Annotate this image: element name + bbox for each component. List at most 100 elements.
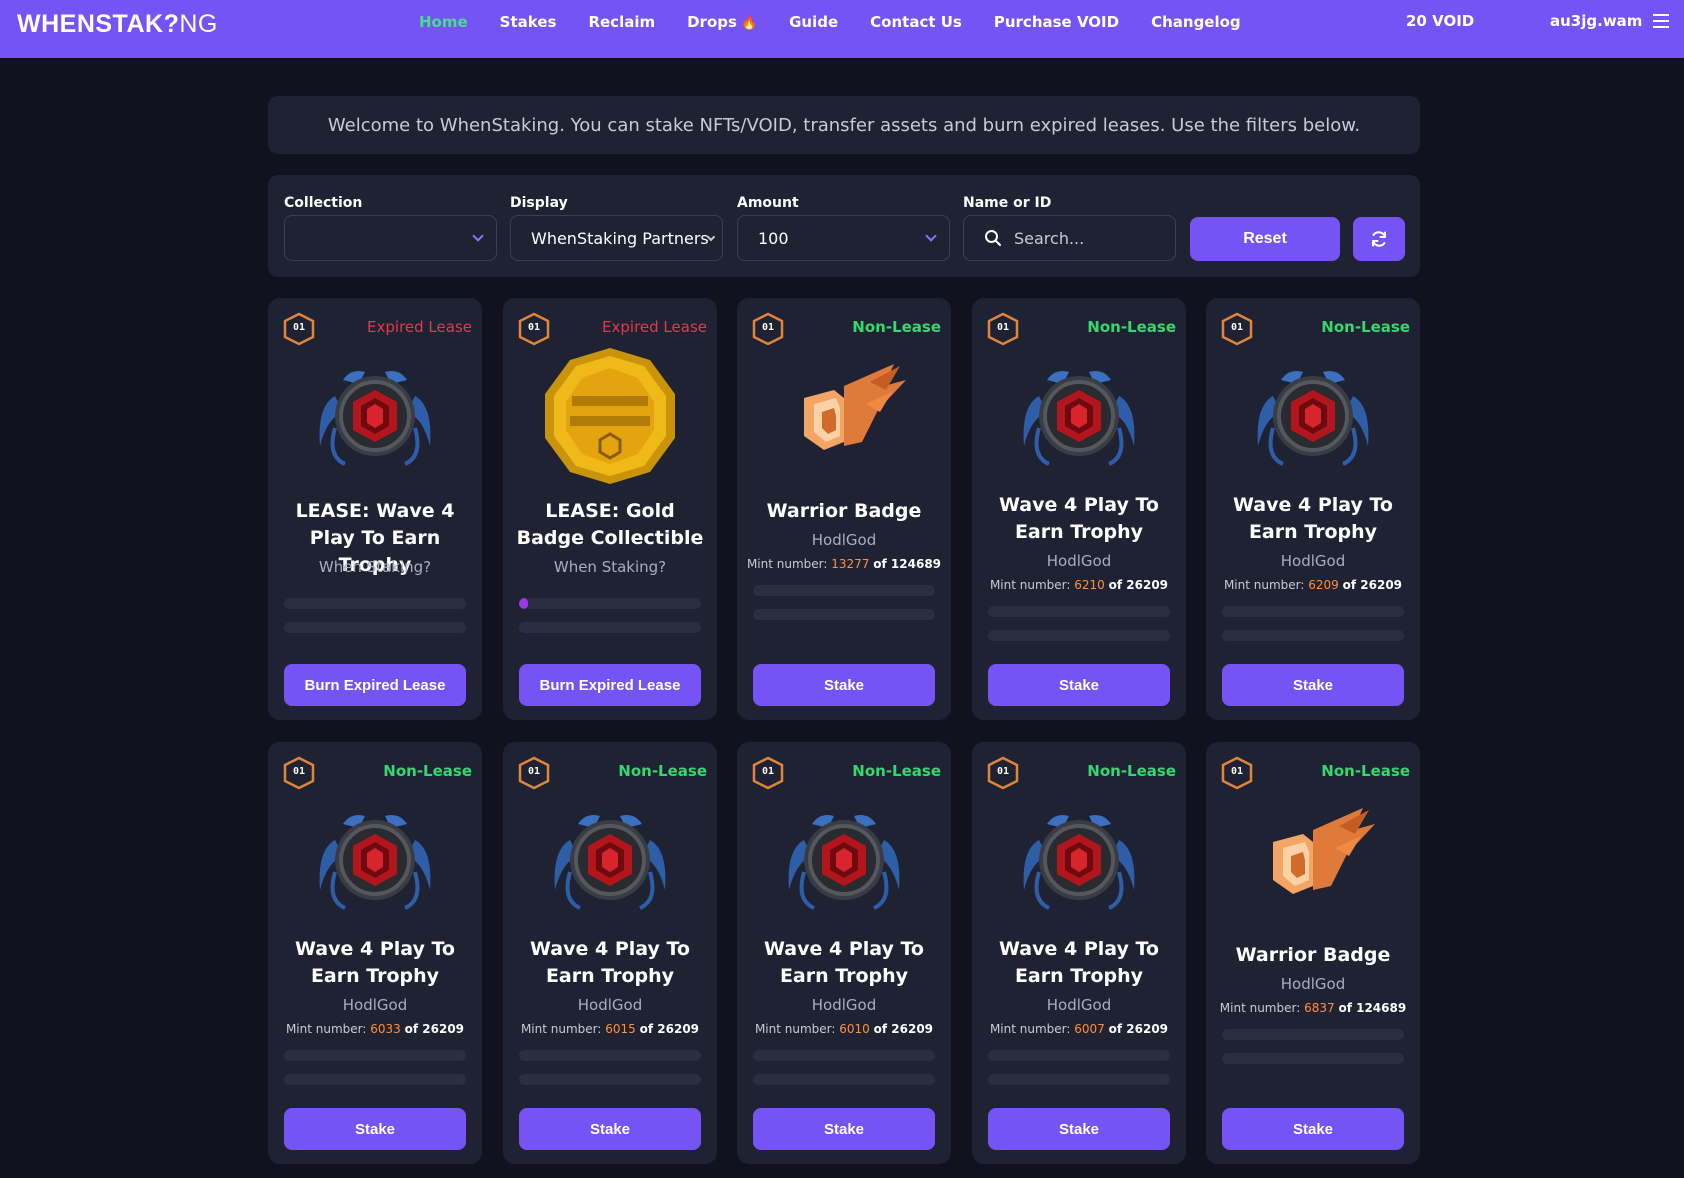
nft-collection: When Staking? xyxy=(553,558,667,576)
mint-number: Mint number: 6010 of 26209 xyxy=(737,1022,951,1036)
stake-button[interactable]: Stake xyxy=(519,1108,701,1150)
stake-button[interactable]: Stake xyxy=(1222,1108,1404,1150)
nft-collection: HodlGod xyxy=(1280,975,1346,993)
tier-label: 01 xyxy=(1230,766,1244,777)
nav-link-guide[interactable]: Guide xyxy=(789,13,838,31)
nft-card: 01 Expired Lease LEASE: Gold Badge Colle… xyxy=(503,298,717,720)
display-value: WhenStaking Partners xyxy=(531,229,709,248)
mint-total: of 124689 xyxy=(873,557,942,571)
mint-total: of 124689 xyxy=(1338,1001,1407,1015)
whenstaking-logo[interactable]: WHENSTAK?NG xyxy=(17,10,218,39)
mint-number-value: 13277 xyxy=(831,557,870,571)
search-icon xyxy=(985,230,1001,246)
tier-label: 01 xyxy=(761,322,775,333)
nft-title: LEASE: Gold Badge Collectible xyxy=(516,500,704,549)
mint-number-value: 6007 xyxy=(1074,1022,1105,1036)
lease-status: Expired Lease xyxy=(602,318,707,336)
mint-total: of 26209 xyxy=(1108,1022,1169,1036)
reset-button[interactable]: Reset xyxy=(1190,217,1340,261)
gold-badge-image xyxy=(540,346,680,486)
nft-collection: HodlGod xyxy=(1046,996,1112,1014)
trophy-image xyxy=(1243,346,1383,486)
nav-link-drops-label: Drops xyxy=(687,13,737,31)
mint-number: Mint number: 6837 of 124689 xyxy=(1206,1001,1420,1015)
mint-number: Mint number: 13277 of 124689 xyxy=(737,557,951,571)
refresh-button[interactable] xyxy=(1353,217,1405,261)
mint-total: of 26209 xyxy=(404,1022,465,1036)
lease-status: Non-Lease xyxy=(852,762,941,780)
tier-label: 01 xyxy=(527,766,541,777)
welcome-banner: Welcome to WhenStaking. You can stake NF… xyxy=(268,96,1420,154)
mint-number: Mint number: 6209 of 26209 xyxy=(1206,578,1420,592)
lease-status: Non-Lease xyxy=(383,762,472,780)
stake-button[interactable]: Stake xyxy=(753,664,935,706)
nft-card: 01 Non-Lease Wave 4 Play To Earn Trophy … xyxy=(503,742,717,1164)
nav-link-stakes[interactable]: Stakes xyxy=(500,13,557,31)
burn-expired-lease-button[interactable]: Burn Expired Lease xyxy=(519,664,701,706)
progress-bar-secondary xyxy=(519,1074,701,1085)
mint-number-value: 6010 xyxy=(839,1022,870,1036)
amount-label: Amount xyxy=(737,195,799,211)
stake-button[interactable]: Stake xyxy=(988,664,1170,706)
nft-card: 01 Non-Lease Wave 4 Play To Earn Trophy … xyxy=(268,742,482,1164)
logo-mark: ? xyxy=(163,10,180,38)
nav-link-home[interactable]: Home xyxy=(419,13,468,31)
nav-link-changelog[interactable]: Changelog xyxy=(1151,13,1241,31)
hamburger-menu-icon[interactable] xyxy=(1653,14,1669,28)
stake-button[interactable]: Stake xyxy=(988,1108,1170,1150)
progress-bar xyxy=(284,598,466,609)
display-select[interactable]: WhenStaking Partners xyxy=(510,215,723,261)
nft-title: Warrior Badge xyxy=(766,500,922,522)
collection-select[interactable] xyxy=(284,215,497,261)
nft-collection: HodlGod xyxy=(811,531,877,549)
mint-prefix: Mint number: xyxy=(1219,1001,1301,1015)
mint-prefix: Mint number: xyxy=(1223,578,1305,592)
progress-bar-secondary xyxy=(519,622,701,633)
progress-bar xyxy=(1222,1029,1404,1040)
mint-number: Mint number: 6015 of 26209 xyxy=(503,1022,717,1036)
mint-number-value: 6033 xyxy=(370,1022,401,1036)
progress-bar-secondary xyxy=(284,1074,466,1085)
nav-link-contact-us[interactable]: Contact Us xyxy=(870,13,962,31)
progress-bar-secondary xyxy=(753,609,935,620)
amount-select[interactable]: 100 xyxy=(737,215,950,261)
logo-text-thin: NG xyxy=(179,10,218,38)
nft-card: 01 Non-Lease Wave 4 Play To Earn Trophy … xyxy=(972,742,1186,1164)
mint-prefix: Mint number: xyxy=(989,578,1071,592)
search-placeholder: Search... xyxy=(1014,229,1085,248)
mint-prefix: Mint number: xyxy=(746,557,828,571)
stake-button[interactable]: Stake xyxy=(753,1108,935,1150)
nft-title: Wave 4 Play To Earn Trophy xyxy=(999,494,1159,543)
progress-bar xyxy=(519,1050,701,1061)
nft-collection: HodlGod xyxy=(1046,552,1112,570)
progress-bar-fill xyxy=(519,598,529,609)
refresh-icon xyxy=(1372,231,1386,247)
tier-label: 01 xyxy=(1230,322,1244,333)
trophy-image xyxy=(540,790,680,930)
mint-total: of 26209 xyxy=(873,1022,934,1036)
chevron-down-icon xyxy=(472,230,484,242)
progress-bar-secondary xyxy=(753,1074,935,1085)
tier-label: 01 xyxy=(292,766,306,777)
nav-link-reclaim[interactable]: Reclaim xyxy=(588,13,655,31)
nft-title: Wave 4 Play To Earn Trophy xyxy=(530,938,690,987)
lease-status: Non-Lease xyxy=(618,762,707,780)
amount-value: 100 xyxy=(758,229,789,248)
stake-button[interactable]: Stake xyxy=(284,1108,466,1150)
tier-label: 01 xyxy=(761,766,775,777)
nav-link-drops[interactable]: Drops 🔥 xyxy=(687,13,757,31)
mint-prefix: Mint number: xyxy=(989,1022,1071,1036)
account-name[interactable]: au3jg.wam xyxy=(1550,12,1642,30)
nft-title: Warrior Badge xyxy=(1235,944,1391,966)
trophy-image xyxy=(774,790,914,930)
lease-status: Non-Lease xyxy=(1087,318,1176,336)
mint-number-value: 6209 xyxy=(1308,578,1339,592)
search-input[interactable]: Search... xyxy=(963,215,1176,261)
nav-link-purchase-void[interactable]: Purchase VOID xyxy=(994,13,1119,31)
burn-expired-lease-button[interactable]: Burn Expired Lease xyxy=(284,664,466,706)
warrior-image xyxy=(1243,790,1383,930)
void-balance: 20 VOID xyxy=(1406,12,1475,30)
progress-bar xyxy=(753,585,935,596)
stake-button[interactable]: Stake xyxy=(1222,664,1404,706)
nft-card: 01 Non-Lease Wave 4 Play To Earn Trophy … xyxy=(1206,298,1420,720)
